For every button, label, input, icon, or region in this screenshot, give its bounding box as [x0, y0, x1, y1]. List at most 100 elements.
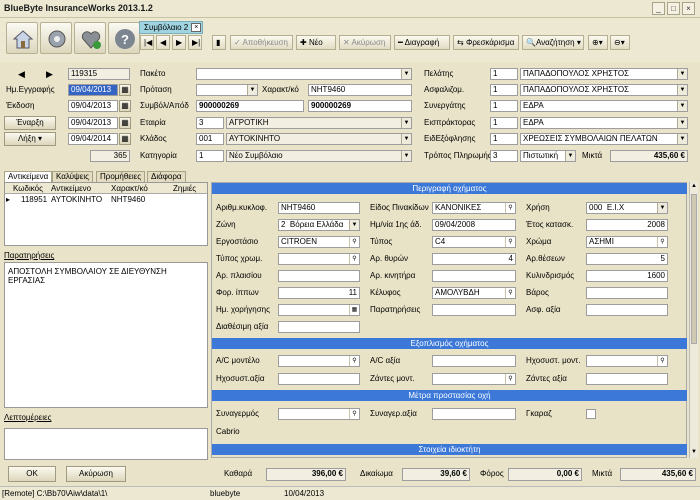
collection-code-field[interactable]: 1	[490, 133, 518, 145]
end-button[interactable]: Λήξη ▾	[4, 132, 56, 146]
chevron-down-icon[interactable]: ▼	[401, 151, 411, 161]
chrom-type-field[interactable]: ⚲	[278, 253, 360, 265]
company-name-select[interactable]: ΑΓΡΟΤΙΚΗ ▼	[226, 117, 412, 129]
reg-date-field[interactable]: 09/04/2013	[68, 84, 118, 96]
type-field[interactable]: C4 ⚲	[432, 236, 516, 248]
ins-value-field[interactable]	[586, 304, 668, 316]
use-select[interactable]: 000 Ε.Ι.Χ ▼	[586, 202, 668, 214]
usage-date-field[interactable]: ▦	[278, 304, 360, 316]
calendar-icon[interactable]: ▦	[119, 84, 131, 96]
payment-name-select[interactable]: Πιστωτική ▼	[520, 150, 576, 162]
search-button[interactable]: 🔍Αναζήτηση ▾	[522, 35, 584, 50]
other-value-field[interactable]	[278, 321, 360, 333]
factory-field[interactable]: CITROEN ⚲	[278, 236, 360, 248]
insured-name-select[interactable]: ΠΑΠΑΔΟΠΟΥΛΟΣ ΧΡΗΣΤΟΣ ▼	[520, 84, 688, 96]
new-button[interactable]: ✚ Νέο	[296, 35, 336, 50]
partner-name-select[interactable]: ΕΔΡΑ ▼	[520, 100, 688, 112]
last-record-button[interactable]: ▶|	[188, 35, 202, 50]
insured-code-field[interactable]: 1	[490, 84, 518, 96]
alarm-field[interactable]: ⚲	[278, 408, 360, 420]
prev-record-button[interactable]: ◀	[156, 35, 170, 50]
calendar-icon[interactable]: ▦	[349, 305, 359, 315]
chevron-down-icon[interactable]: ▼	[349, 220, 359, 230]
first-date-field[interactable]: 09/04/2008	[432, 219, 516, 231]
first-record-button[interactable]: |◀	[140, 35, 154, 50]
collector-code-field[interactable]: 1	[490, 117, 518, 129]
maximize-button[interactable]: □	[667, 2, 680, 15]
vertical-scrollbar[interactable]: ▲ ▼	[689, 182, 698, 458]
calendar-icon[interactable]: ▦	[119, 100, 131, 112]
scroll-down-icon[interactable]: ▼	[690, 448, 698, 457]
chevron-down-icon[interactable]: ▼	[401, 69, 411, 79]
hp-field[interactable]: 11	[278, 287, 360, 299]
chevron-down-icon[interactable]: ▼	[677, 118, 687, 128]
chevron-down-icon[interactable]: ▼	[401, 134, 411, 144]
chevron-down-icon[interactable]: ▼	[401, 118, 411, 128]
tab-close-icon[interactable]: ×	[191, 23, 202, 32]
close-button[interactable]: ×	[682, 2, 695, 15]
calendar-icon[interactable]: ▦	[119, 117, 131, 129]
lookup-icon[interactable]: ⚲	[657, 237, 667, 247]
wheels-model-field[interactable]: ⚲	[432, 373, 516, 385]
nav-next-icon[interactable]: ▶	[46, 68, 53, 80]
body-field[interactable]: ΑΜΟΛΥΒΔΗ ⚲	[432, 287, 516, 299]
plate-type-field[interactable]: ΚΑΝΟΝΙΚΕΣ ⚲	[432, 202, 516, 214]
alarm-value-field[interactable]	[432, 408, 516, 420]
year-field[interactable]: 2008	[586, 219, 668, 231]
lookup-icon[interactable]: ⚲	[505, 288, 515, 298]
lookup-icon[interactable]: ⚲	[349, 409, 359, 419]
chevron-down-icon[interactable]: ▼	[247, 85, 257, 95]
footer-cancel-button[interactable]: Ακύρωση	[66, 466, 126, 482]
tab-contract[interactable]: Συμβόλαιο 2 ×	[139, 21, 204, 34]
sound-model-field[interactable]: ⚲	[586, 355, 668, 367]
package-select[interactable]: ▼	[196, 68, 412, 80]
client-name-select[interactable]: ΠΑΠΑΔΟΠΟΥΛΟΣ ΧΡΗΣΤΟΣ ▼	[520, 68, 688, 80]
weight-field[interactable]	[586, 287, 668, 299]
lookup-icon[interactable]: ⚲	[505, 237, 515, 247]
char-field[interactable]: NHT9460	[308, 84, 412, 96]
plate-field[interactable]: NHT9460	[278, 202, 360, 214]
details-textarea[interactable]	[4, 428, 208, 460]
ok-button[interactable]: OK	[8, 466, 56, 482]
home-button[interactable]	[6, 22, 38, 54]
category-code-field[interactable]: 1	[196, 150, 224, 162]
minimize-button[interactable]: _	[652, 2, 665, 15]
color-field[interactable]: ΑΣΗΜΙ ⚲	[586, 236, 668, 248]
chevron-down-icon[interactable]: ▼	[565, 151, 575, 161]
lookup-icon[interactable]: ⚲	[349, 254, 359, 264]
tab-commissions[interactable]: Προμήθειες	[96, 171, 146, 182]
chevron-down-icon[interactable]: ▼	[677, 69, 687, 79]
remarks-field[interactable]	[432, 304, 516, 316]
contract-number-field[interactable]: 900000269	[196, 100, 304, 112]
collector-name-select[interactable]: ΕΔΡΑ ▼	[520, 117, 688, 129]
lookup-icon[interactable]: ⚲	[657, 356, 667, 366]
proposal-select[interactable]: ▼	[196, 84, 258, 96]
receipt-number-field[interactable]: 900000269	[308, 100, 412, 112]
issue-date-field[interactable]: 09/04/2013	[68, 100, 118, 112]
calendar-icon[interactable]: ▦	[119, 133, 131, 145]
seats-field[interactable]: 5	[586, 253, 668, 265]
table-row[interactable]: ▸ 118951 ΑΥΤΟΚΙΝΗΤΟ NHT9460	[5, 195, 207, 206]
cc-field[interactable]: 1600	[586, 270, 668, 282]
end-date-field[interactable]: 09/04/2014	[68, 133, 118, 145]
chevron-down-icon[interactable]: ▼	[677, 85, 687, 95]
payment-code-field[interactable]: 3	[490, 150, 518, 162]
branch-name-select[interactable]: ΑΥΤΟΚΙΝΗΤΟ ▼	[226, 133, 412, 145]
edit-button[interactable]: ▮	[212, 35, 226, 50]
chevron-down-icon[interactable]: ▼	[677, 101, 687, 111]
help-button[interactable]: ?	[108, 22, 140, 54]
collection-name-select[interactable]: ΧΡΕΩΣΕΙΣ ΣΥΜΒΟΛΑΙΩΝ ΠΕΛΑΤΩΝ ▼	[520, 133, 688, 145]
client-code-field[interactable]: 1	[490, 68, 518, 80]
nav-prev-icon[interactable]: ◀	[18, 68, 25, 80]
garage-checkbox[interactable]	[586, 409, 596, 419]
scroll-up-icon[interactable]: ▲	[690, 182, 698, 191]
engine-field[interactable]	[432, 270, 516, 282]
zoom-in-button[interactable]: ⊕▾	[588, 35, 608, 50]
sound-value-field[interactable]	[278, 373, 360, 385]
zone-select[interactable]: 2 Βόρεια Ελλάδα ▼	[278, 219, 360, 231]
favorites-button[interactable]	[74, 22, 106, 54]
company-code-field[interactable]: 3	[196, 117, 224, 129]
scroll-thumb[interactable]	[691, 194, 697, 344]
lookup-icon[interactable]: ⚲	[505, 203, 515, 213]
tab-misc[interactable]: Διάφορα	[147, 171, 186, 182]
